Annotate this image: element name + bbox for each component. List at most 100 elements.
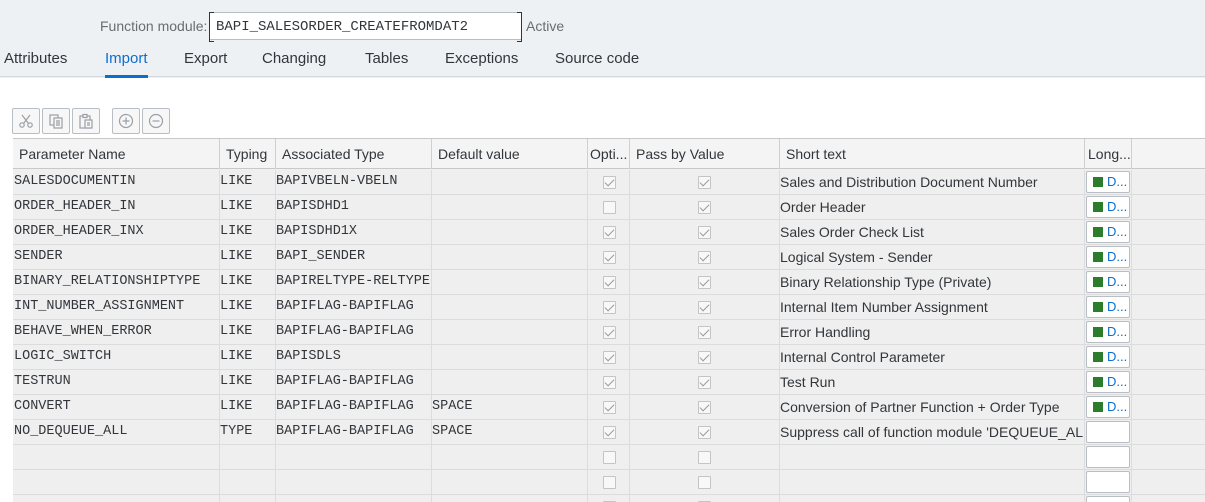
long-text-button[interactable]: D...: [1086, 371, 1130, 393]
optional-checkbox[interactable]: [603, 351, 616, 364]
table-row[interactable]: CONVERT LIKE BAPIFLAG-BAPIFLAG SPACE Convers…: [13, 395, 1205, 420]
cell-associated-type[interactable]: BAPISDLS: [276, 345, 432, 369]
table-row[interactable]: ORDER_HEADER_IN LIKE BAPISDHD1 Order Header…: [13, 195, 1205, 220]
function-module-input[interactable]: BAPI_SALESORDER_CREATEFROMDAT2: [209, 12, 522, 42]
tab-source-code[interactable]: Source code: [555, 50, 639, 76]
cell-associated-type[interactable]: BAPIFLAG-BAPIFLAG: [276, 395, 432, 419]
optional-checkbox[interactable]: [603, 276, 616, 289]
table-row[interactable]: BEHAVE_WHEN_ERROR LIKE BAPIFLAG-BAPIFLAG Er…: [13, 320, 1205, 345]
cell-short-text[interactable]: Order Header: [780, 195, 1085, 219]
cell-typing[interactable]: LIKE: [220, 220, 276, 244]
cell-associated-type[interactable]: [276, 470, 432, 494]
cell-short-text[interactable]: Suppress call of function module 'DEQUEU…: [780, 420, 1085, 444]
cell-parameter-name[interactable]: BINARY_RELATIONSHIPTYPE: [13, 270, 220, 294]
cell-short-text[interactable]: Error Handling: [780, 320, 1085, 344]
tab-attributes[interactable]: Attributes: [4, 50, 67, 76]
optional-checkbox[interactable]: [603, 326, 616, 339]
cell-default-value[interactable]: [432, 245, 588, 269]
cell-short-text[interactable]: Conversion of Partner Function + Order T…: [780, 395, 1085, 419]
pass-by-value-checkbox[interactable]: [698, 276, 711, 289]
optional-checkbox[interactable]: [603, 176, 616, 189]
column-header-short-text[interactable]: Short text: [780, 139, 1085, 169]
optional-checkbox[interactable]: [603, 251, 616, 264]
long-text-button[interactable]: [1086, 421, 1130, 443]
pass-by-value-checkbox[interactable]: [698, 476, 711, 489]
cell-short-text[interactable]: [780, 470, 1085, 494]
cell-parameter-name[interactable]: [13, 470, 220, 494]
cell-parameter-name[interactable]: CONVERT: [13, 395, 220, 419]
long-text-button[interactable]: [1086, 471, 1130, 493]
long-text-button[interactable]: D...: [1086, 221, 1130, 243]
cell-default-value[interactable]: [432, 345, 588, 369]
cell-parameter-name[interactable]: [13, 445, 220, 469]
cell-associated-type[interactable]: BAPIVBELN-VBELN: [276, 170, 432, 194]
cut-button[interactable]: [12, 108, 40, 134]
delete-row-button[interactable]: [142, 108, 170, 134]
cell-default-value[interactable]: [432, 495, 588, 502]
cell-parameter-name[interactable]: [13, 495, 220, 502]
optional-checkbox[interactable]: [603, 426, 616, 439]
long-text-button[interactable]: D...: [1086, 321, 1130, 343]
long-text-button[interactable]: D...: [1086, 246, 1130, 268]
cell-typing[interactable]: LIKE: [220, 270, 276, 294]
cell-typing[interactable]: [220, 445, 276, 469]
pass-by-value-checkbox[interactable]: [698, 351, 711, 364]
cell-short-text[interactable]: Binary Relationship Type (Private): [780, 270, 1085, 294]
cell-associated-type[interactable]: BAPISDHD1X: [276, 220, 432, 244]
cell-associated-type[interactable]: [276, 445, 432, 469]
cell-parameter-name[interactable]: NO_DEQUEUE_ALL: [13, 420, 220, 444]
table-row[interactable]: SENDER LIKE BAPI_SENDER Logical System - Se…: [13, 245, 1205, 270]
long-text-button[interactable]: D...: [1086, 396, 1130, 418]
cell-default-value[interactable]: [432, 320, 588, 344]
cell-typing[interactable]: LIKE: [220, 195, 276, 219]
cell-parameter-name[interactable]: SENDER: [13, 245, 220, 269]
cell-short-text[interactable]: Test Run: [780, 370, 1085, 394]
long-text-button[interactable]: D...: [1086, 196, 1130, 218]
column-header-default-value[interactable]: Default value: [432, 139, 588, 169]
table-row[interactable]: [13, 495, 1205, 502]
cell-default-value[interactable]: [432, 445, 588, 469]
cell-default-value[interactable]: [432, 295, 588, 319]
long-text-button[interactable]: D...: [1086, 271, 1130, 293]
optional-checkbox[interactable]: [603, 451, 616, 464]
tab-changing[interactable]: Changing: [262, 50, 326, 76]
long-text-button[interactable]: D...: [1086, 346, 1130, 368]
long-text-button[interactable]: D...: [1086, 171, 1130, 193]
cell-associated-type[interactable]: BAPIRELTYPE-RELTYPE: [276, 270, 432, 294]
cell-typing[interactable]: LIKE: [220, 245, 276, 269]
cell-parameter-name[interactable]: SALESDOCUMENTIN: [13, 170, 220, 194]
column-header-parameter-name[interactable]: Parameter Name: [13, 139, 220, 169]
pass-by-value-checkbox[interactable]: [698, 326, 711, 339]
cell-default-value[interactable]: [432, 195, 588, 219]
optional-checkbox[interactable]: [603, 301, 616, 314]
column-header-pass-by-value[interactable]: Pass by Value: [630, 139, 780, 169]
cell-default-value[interactable]: [432, 470, 588, 494]
column-header-associated-type[interactable]: Associated Type: [276, 139, 432, 169]
table-row[interactable]: BINARY_RELATIONSHIPTYPE LIKE BAPIRELTYPE-R…: [13, 270, 1205, 295]
cell-associated-type[interactable]: BAPI_SENDER: [276, 245, 432, 269]
cell-short-text[interactable]: [780, 495, 1085, 502]
cell-parameter-name[interactable]: LOGIC_SWITCH: [13, 345, 220, 369]
optional-checkbox[interactable]: [603, 401, 616, 414]
cell-default-value[interactable]: SPACE: [432, 420, 588, 444]
cell-parameter-name[interactable]: ORDER_HEADER_IN: [13, 195, 220, 219]
cell-parameter-name[interactable]: ORDER_HEADER_INX: [13, 220, 220, 244]
tab-import[interactable]: Import: [105, 50, 148, 78]
table-row[interactable]: SALESDOCUMENTIN LIKE BAPIVBELN-VBELN Sales …: [13, 170, 1205, 195]
tab-export[interactable]: Export: [184, 50, 227, 76]
tab-tables[interactable]: Tables: [365, 50, 408, 76]
optional-checkbox[interactable]: [603, 226, 616, 239]
pass-by-value-checkbox[interactable]: [698, 376, 711, 389]
cell-typing[interactable]: TYPE: [220, 420, 276, 444]
pass-by-value-checkbox[interactable]: [698, 226, 711, 239]
cell-typing[interactable]: [220, 470, 276, 494]
table-row[interactable]: [13, 470, 1205, 495]
cell-typing[interactable]: LIKE: [220, 395, 276, 419]
table-row[interactable]: ORDER_HEADER_INX LIKE BAPISDHD1X Sales Orde…: [13, 220, 1205, 245]
cell-default-value[interactable]: [432, 370, 588, 394]
pass-by-value-checkbox[interactable]: [698, 301, 711, 314]
column-header-long-text[interactable]: Long...: [1085, 139, 1132, 169]
cell-short-text[interactable]: Internal Item Number Assignment: [780, 295, 1085, 319]
cell-default-value[interactable]: [432, 220, 588, 244]
cell-typing[interactable]: LIKE: [220, 320, 276, 344]
